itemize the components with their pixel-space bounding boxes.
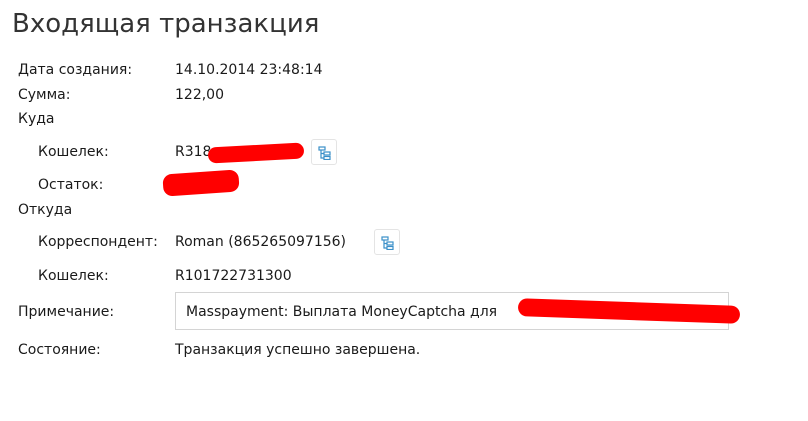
status-value: Транзакция успешно завершена. [175, 342, 421, 358]
correspondent-value: Roman (865265097156) [175, 234, 347, 250]
status-label: Состояние: [18, 342, 101, 358]
to-wallet-label: Кошелек: [38, 144, 109, 160]
amount-label: Сумма: [18, 87, 71, 103]
to-wallet-tree-button[interactable] [311, 139, 337, 165]
to-wallet-redaction [207, 142, 305, 164]
to-wallet-value: R318 [175, 144, 212, 160]
tree-structure-icon [318, 146, 331, 160]
note-value: Masspayment: Выплата MoneyCaptcha для [186, 304, 498, 320]
from-section-label: Откуда [18, 202, 73, 218]
from-wallet-label: Кошелек: [38, 268, 109, 284]
tree-structure-icon [381, 236, 394, 250]
created-value: 14.10.2014 23:48:14 [175, 62, 323, 78]
balance-label: Остаток: [38, 177, 104, 193]
balance-redaction [162, 169, 240, 197]
to-section-label: Куда [18, 111, 55, 127]
page-title: Входящая транзакция [12, 9, 320, 39]
amount-value: 122,00 [175, 87, 224, 103]
correspondent-label: Корреспондент: [38, 234, 158, 250]
note-label: Примечание: [18, 304, 115, 320]
created-label: Дата создания: [18, 62, 133, 78]
from-wallet-value: R101722731300 [175, 268, 292, 284]
correspondent-tree-button[interactable] [374, 229, 400, 255]
